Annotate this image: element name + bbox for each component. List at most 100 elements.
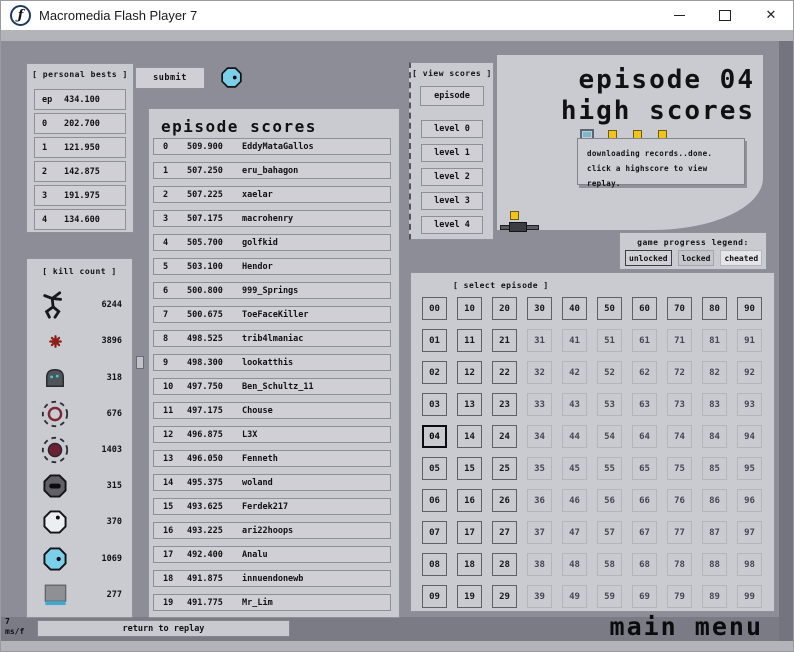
episode-cell-21[interactable]: 21 xyxy=(492,329,517,352)
episode-cell-56[interactable]: 56 xyxy=(597,489,622,512)
episode-cell-76[interactable]: 76 xyxy=(667,489,692,512)
episode-cell-82[interactable]: 82 xyxy=(702,361,727,384)
episode-cell-12[interactable]: 12 xyxy=(457,361,482,384)
episode-cell-02[interactable]: 02 xyxy=(422,361,447,384)
episode-cell-05[interactable]: 05 xyxy=(422,457,447,480)
close-button[interactable]: ✕ xyxy=(748,0,794,30)
episode-cell-72[interactable]: 72 xyxy=(667,361,692,384)
episode-cell-63[interactable]: 63 xyxy=(632,393,657,416)
episode-cell-69[interactable]: 69 xyxy=(632,585,657,608)
episode-cell-15[interactable]: 15 xyxy=(457,457,482,480)
episode-cell-83[interactable]: 83 xyxy=(702,393,727,416)
highscore-row[interactable]: 15 493.625 Ferdek217 xyxy=(153,498,391,515)
episode-cell-64[interactable]: 64 xyxy=(632,425,657,448)
episode-cell-26[interactable]: 26 xyxy=(492,489,517,512)
episode-cell-41[interactable]: 41 xyxy=(562,329,587,352)
highscore-row[interactable]: 4 505.700 golfkid xyxy=(153,234,391,251)
episode-cell-00[interactable]: 00 xyxy=(422,297,447,320)
view-scores-button-level-1[interactable]: level 1 xyxy=(421,144,483,162)
return-to-replay-button[interactable]: return to replay xyxy=(37,620,290,637)
episode-cell-86[interactable]: 86 xyxy=(702,489,727,512)
scrollbar-thumb[interactable] xyxy=(136,356,144,369)
episode-cell-37[interactable]: 37 xyxy=(527,521,552,544)
highscore-row[interactable]: 3 507.175 macrohenry xyxy=(153,210,391,227)
episode-cell-08[interactable]: 08 xyxy=(422,553,447,576)
episode-cell-59[interactable]: 59 xyxy=(597,585,622,608)
episode-cell-47[interactable]: 47 xyxy=(562,521,587,544)
highscore-row[interactable]: 8 498.525 trib4lmaniac xyxy=(153,330,391,347)
episode-cell-34[interactable]: 34 xyxy=(527,425,552,448)
episode-cell-49[interactable]: 49 xyxy=(562,585,587,608)
episode-cell-98[interactable]: 98 xyxy=(737,553,762,576)
episode-cell-75[interactable]: 75 xyxy=(667,457,692,480)
episode-cell-39[interactable]: 39 xyxy=(527,585,552,608)
view-scores-button-level-4[interactable]: level 4 xyxy=(421,216,483,234)
episode-cell-01[interactable]: 01 xyxy=(422,329,447,352)
episode-cell-99[interactable]: 99 xyxy=(737,585,762,608)
episode-cell-93[interactable]: 93 xyxy=(737,393,762,416)
episode-cell-10[interactable]: 10 xyxy=(457,297,482,320)
episode-cell-45[interactable]: 45 xyxy=(562,457,587,480)
highscore-row[interactable]: 6 500.800 999_Springs xyxy=(153,282,391,299)
episode-cell-95[interactable]: 95 xyxy=(737,457,762,480)
highscore-row[interactable]: 11 497.175 Chouse xyxy=(153,402,391,419)
highscore-row[interactable]: 17 492.400 Analu xyxy=(153,546,391,563)
episode-cell-68[interactable]: 68 xyxy=(632,553,657,576)
episode-cell-53[interactable]: 53 xyxy=(597,393,622,416)
episode-cell-28[interactable]: 28 xyxy=(492,553,517,576)
episode-cell-13[interactable]: 13 xyxy=(457,393,482,416)
highscore-row[interactable]: 19 491.775 Mr_Lim xyxy=(153,594,391,611)
episode-cell-67[interactable]: 67 xyxy=(632,521,657,544)
episode-cell-50[interactable]: 50 xyxy=(597,297,622,320)
highscore-row[interactable]: 1 507.250 eru_bahagon xyxy=(153,162,391,179)
episode-cell-38[interactable]: 38 xyxy=(527,553,552,576)
episode-cell-04[interactable]: 04 xyxy=(422,425,447,448)
episode-cell-23[interactable]: 23 xyxy=(492,393,517,416)
episode-cell-19[interactable]: 19 xyxy=(457,585,482,608)
episode-cell-60[interactable]: 60 xyxy=(632,297,657,320)
submit-button[interactable]: submit xyxy=(135,67,205,89)
episode-cell-54[interactable]: 54 xyxy=(597,425,622,448)
episode-cell-85[interactable]: 85 xyxy=(702,457,727,480)
episode-cell-91[interactable]: 91 xyxy=(737,329,762,352)
highscore-row[interactable]: 13 496.050 Fenneth xyxy=(153,450,391,467)
episode-cell-11[interactable]: 11 xyxy=(457,329,482,352)
episode-cell-62[interactable]: 62 xyxy=(632,361,657,384)
highscore-row[interactable]: 7 500.675 ToeFaceKiller xyxy=(153,306,391,323)
episode-cell-79[interactable]: 79 xyxy=(667,585,692,608)
episode-cell-77[interactable]: 77 xyxy=(667,521,692,544)
episode-cell-81[interactable]: 81 xyxy=(702,329,727,352)
episode-cell-80[interactable]: 80 xyxy=(702,297,727,320)
episode-cell-18[interactable]: 18 xyxy=(457,553,482,576)
view-scores-button-episode[interactable]: episode xyxy=(420,86,484,106)
episode-cell-52[interactable]: 52 xyxy=(597,361,622,384)
episode-cell-09[interactable]: 09 xyxy=(422,585,447,608)
episode-cell-35[interactable]: 35 xyxy=(527,457,552,480)
episode-cell-48[interactable]: 48 xyxy=(562,553,587,576)
episode-cell-30[interactable]: 30 xyxy=(527,297,552,320)
episode-cell-32[interactable]: 32 xyxy=(527,361,552,384)
episode-cell-20[interactable]: 20 xyxy=(492,297,517,320)
episode-cell-90[interactable]: 90 xyxy=(737,297,762,320)
highscore-row[interactable]: 14 495.375 woland xyxy=(153,474,391,491)
view-scores-button-level-0[interactable]: level 0 xyxy=(421,120,483,138)
episode-cell-43[interactable]: 43 xyxy=(562,393,587,416)
episode-cell-96[interactable]: 96 xyxy=(737,489,762,512)
episode-cell-88[interactable]: 88 xyxy=(702,553,727,576)
episode-cell-78[interactable]: 78 xyxy=(667,553,692,576)
episode-cell-73[interactable]: 73 xyxy=(667,393,692,416)
highscore-row[interactable]: 12 496.875 L3X xyxy=(153,426,391,443)
highscore-row[interactable]: 9 498.300 lookatthis xyxy=(153,354,391,371)
episode-cell-55[interactable]: 55 xyxy=(597,457,622,480)
episode-cell-27[interactable]: 27 xyxy=(492,521,517,544)
highscore-row[interactable]: 18 491.875 innuendonewb xyxy=(153,570,391,587)
episode-cell-61[interactable]: 61 xyxy=(632,329,657,352)
episode-cell-14[interactable]: 14 xyxy=(457,425,482,448)
main-menu-button[interactable]: main menu xyxy=(610,612,763,641)
episode-cell-92[interactable]: 92 xyxy=(737,361,762,384)
episode-cell-65[interactable]: 65 xyxy=(632,457,657,480)
episode-cell-16[interactable]: 16 xyxy=(457,489,482,512)
episode-cell-44[interactable]: 44 xyxy=(562,425,587,448)
highscore-row[interactable]: 2 507.225 xaelar xyxy=(153,186,391,203)
episode-cell-36[interactable]: 36 xyxy=(527,489,552,512)
